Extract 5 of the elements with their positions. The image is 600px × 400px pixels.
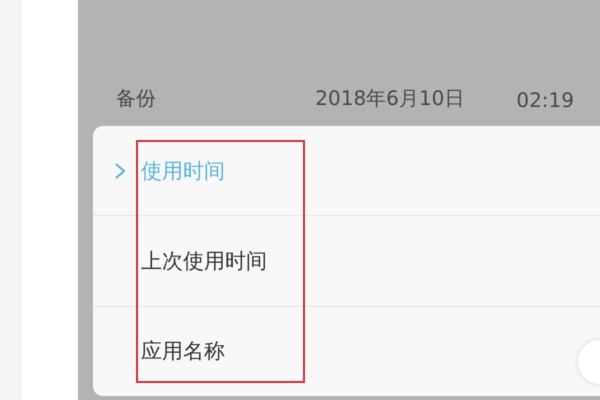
backup-label: 备份 — [116, 85, 157, 112]
menu-item[interactable]: 应用名称 — [141, 337, 225, 366]
backup-time: 02:19 — [516, 88, 574, 112]
menu-item[interactable]: 上次使用时间 — [141, 246, 267, 275]
backup-date: 2018年6月10日 — [315, 85, 464, 112]
